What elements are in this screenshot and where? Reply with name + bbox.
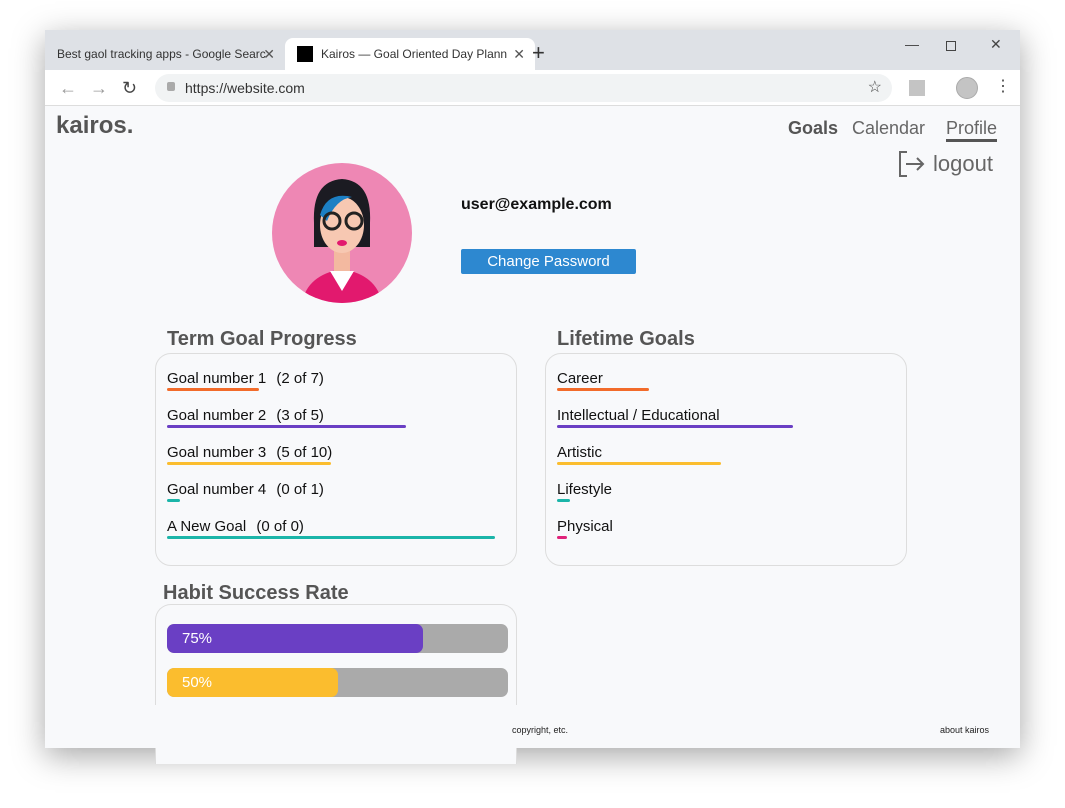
- lock-icon: [167, 82, 175, 91]
- logout-button[interactable]: logout: [897, 150, 993, 178]
- term-goal-card: Goal number 1 (2 of 7) Goal number 2 (3 o…: [155, 353, 517, 566]
- favicon-icon: [297, 46, 313, 62]
- user-email: user@example.com: [461, 196, 612, 213]
- habit-bar-track: 75%: [167, 624, 508, 653]
- goal-name: A New Goal: [167, 518, 247, 535]
- close-window-icon[interactable]: ✕: [990, 36, 1002, 53]
- goal-name: Goal number 3: [167, 444, 267, 461]
- term-goal-item[interactable]: Goal number 3 (5 of 10): [167, 444, 332, 461]
- nav-calendar[interactable]: Calendar: [852, 118, 925, 139]
- goal-progress-bar: [167, 425, 407, 428]
- nav-profile[interactable]: Profile: [946, 118, 998, 142]
- close-icon[interactable]: ✕: [513, 46, 525, 63]
- logout-icon: [899, 151, 925, 177]
- lifetime-goal-bar: [557, 388, 649, 391]
- tab-bar: Best gaol tracking apps - Google Searc ✕ …: [45, 30, 1020, 70]
- close-icon[interactable]: ✕: [263, 46, 275, 63]
- tab-kairos[interactable]: Kairos — Goal Oriented Day Plann ✕: [285, 38, 535, 70]
- habit-bar-track: 50%: [167, 668, 508, 697]
- tab-title: Best gaol tracking apps - Google Searc: [57, 47, 266, 61]
- page-content: kairos. Goals Calendar Profile logout us…: [45, 106, 1020, 764]
- avatar: [272, 163, 412, 303]
- url-input[interactable]: https://website.com ☆: [155, 74, 892, 102]
- term-goal-item[interactable]: A New Goal (0 of 0): [167, 518, 304, 535]
- lifetime-goals-heading: Lifetime Goals: [557, 328, 695, 350]
- goal-progress-bar: [167, 462, 331, 465]
- lifetime-goal-bar: [557, 462, 721, 465]
- back-icon[interactable]: ←: [59, 78, 77, 99]
- goal-name: Goal number 1: [167, 370, 267, 387]
- footer-copyright: copyright, etc.: [512, 725, 569, 735]
- goal-count: (0 of 1): [276, 481, 324, 498]
- address-bar: ← → ↻ https://website.com ☆ ⋮: [45, 70, 1020, 106]
- goal-name: Goal number 4: [167, 481, 267, 498]
- profile-avatar-icon[interactable]: [956, 77, 978, 99]
- url-text: https://website.com: [185, 80, 305, 96]
- term-goal-item[interactable]: Goal number 1 (2 of 7): [167, 370, 324, 387]
- tab-google-search[interactable]: Best gaol tracking apps - Google Searc ✕: [45, 38, 285, 70]
- menu-icon[interactable]: ⋮: [995, 76, 1011, 96]
- goal-count: (3 of 5): [276, 407, 324, 424]
- logo[interactable]: kairos.: [56, 112, 133, 140]
- lifetime-goal-item[interactable]: Physical: [557, 518, 613, 535]
- change-password-button[interactable]: Change Password: [461, 249, 636, 274]
- habit-bar-fill: 50%: [167, 668, 338, 697]
- extension-icon[interactable]: [909, 80, 925, 96]
- term-goal-heading: Term Goal Progress: [167, 328, 357, 350]
- goal-name: Goal number 2: [167, 407, 267, 424]
- logout-label: logout: [933, 151, 993, 176]
- new-tab-icon[interactable]: +: [532, 40, 545, 66]
- lifetime-goal-item[interactable]: Career: [557, 370, 603, 387]
- browser-window: Best gaol tracking apps - Google Searc ✕ …: [45, 30, 1020, 764]
- minimize-icon[interactable]: —: [905, 36, 919, 52]
- habit-heading: Habit Success Rate: [163, 582, 349, 604]
- lifetime-goal-bar: [557, 425, 794, 428]
- goal-count: (2 of 7): [276, 370, 324, 387]
- habit-bar-fill: 75%: [167, 624, 423, 653]
- forward-icon[interactable]: →: [90, 78, 108, 99]
- goal-progress-bar: [167, 536, 495, 539]
- goal-progress-bar: [167, 499, 181, 502]
- footer-about-link[interactable]: about kairos: [940, 725, 989, 735]
- lifetime-goal-bar: [557, 499, 571, 502]
- goal-progress-bar: [167, 388, 259, 391]
- tab-title: Kairos — Goal Oriented Day Plann: [321, 47, 508, 61]
- lifetime-goal-bar: [557, 536, 567, 539]
- goal-count: (0 of 0): [256, 518, 304, 535]
- lifetime-goal-item[interactable]: Intellectual / Educational: [557, 407, 720, 424]
- term-goal-item[interactable]: Goal number 2 (3 of 5): [167, 407, 324, 424]
- lifetime-goals-card: Career Intellectual / Educational Artistic…: [545, 353, 907, 566]
- nav-goals[interactable]: Goals: [788, 118, 838, 139]
- goal-count: (5 of 10): [276, 444, 333, 461]
- lifetime-goal-item[interactable]: Artistic: [557, 444, 602, 461]
- maximize-icon[interactable]: [946, 41, 956, 51]
- star-icon[interactable]: ☆: [868, 77, 882, 97]
- reload-icon[interactable]: ↻: [122, 78, 137, 99]
- term-goal-item[interactable]: Goal number 4 (0 of 1): [167, 481, 324, 498]
- lifetime-goal-item[interactable]: Lifestyle: [557, 481, 612, 498]
